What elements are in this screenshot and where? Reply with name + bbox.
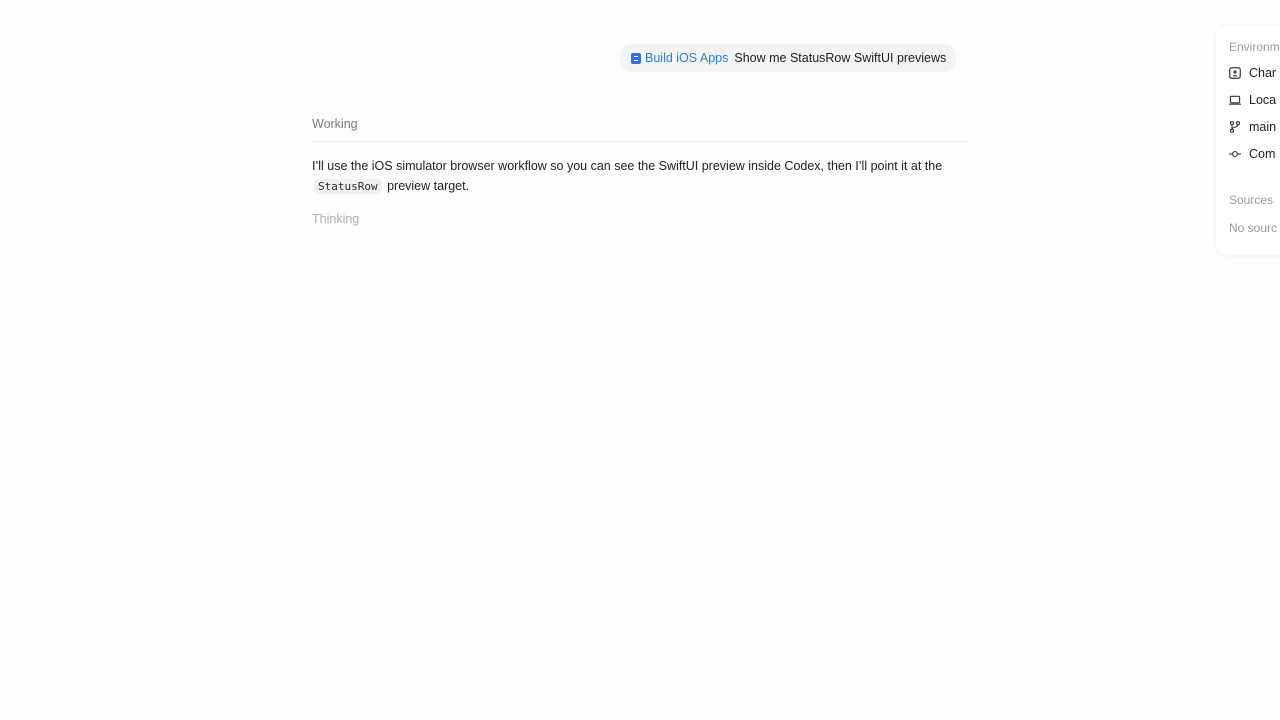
environment-heading: Environm	[1229, 40, 1280, 54]
inline-code: StatusRow	[314, 179, 382, 194]
panel-item-label: Com	[1249, 147, 1276, 161]
laptop-icon	[1229, 94, 1241, 106]
assistant-message: I’ll use the iOS simulator browser workf…	[312, 156, 972, 197]
skill-app-icon	[631, 52, 641, 64]
environment-panel: Environm Char Loca main Com Sources No s…	[1216, 26, 1280, 254]
working-status[interactable]: Working	[312, 117, 358, 131]
chat-page: Build iOS Apps Show me StatusRow SwiftUI…	[0, 0, 1280, 720]
panel-item-changes[interactable]: Char	[1229, 66, 1276, 80]
skill-chip[interactable]: Build iOS Apps	[631, 51, 728, 65]
skill-label[interactable]: Build iOS Apps	[645, 51, 728, 65]
thinking-indicator: Thinking	[312, 212, 360, 226]
user-message-bubble: Build iOS Apps Show me StatusRow SwiftUI…	[620, 44, 957, 72]
sources-empty-text: No sourc	[1229, 221, 1278, 235]
user-message-text: Show me StatusRow SwiftUI previews	[734, 51, 947, 65]
commit-icon	[1229, 148, 1241, 160]
assistant-text: I’ll use the iOS simulator browser workf…	[312, 159, 943, 173]
panel-item-local[interactable]: Loca	[1229, 93, 1276, 107]
panel-item-commit[interactable]: Com	[1229, 147, 1275, 161]
divider	[312, 141, 968, 142]
panel-item-label: Loca	[1249, 93, 1277, 107]
panel-item-label: main	[1249, 120, 1277, 134]
assistant-text-end: preview target.	[387, 179, 470, 193]
changes-icon	[1229, 67, 1241, 79]
sources-heading: Sources	[1229, 193, 1274, 207]
panel-item-branch[interactable]: main	[1229, 120, 1276, 134]
branch-icon	[1229, 121, 1241, 133]
panel-item-label: Char	[1249, 66, 1277, 80]
